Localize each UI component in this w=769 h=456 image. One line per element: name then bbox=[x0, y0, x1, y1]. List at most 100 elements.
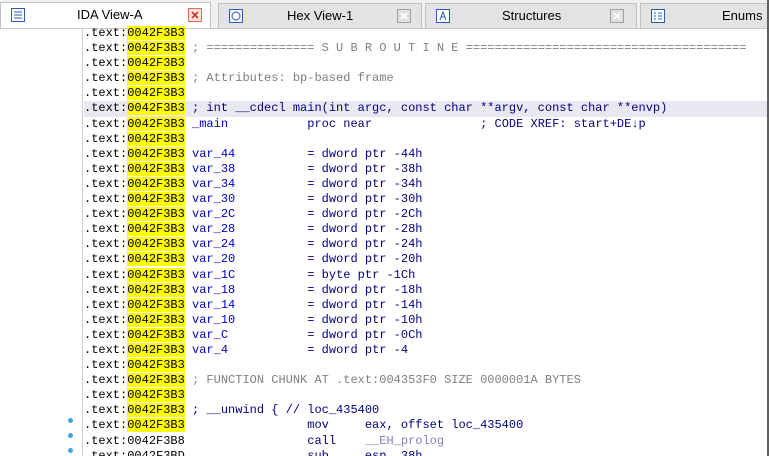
address[interactable]: 0042F3B3 bbox=[127, 131, 185, 146]
instruction-text: = dword ptr -18h bbox=[235, 282, 423, 297]
listing-line[interactable]: .text:0042F3B8 call __EH_prolog bbox=[84, 434, 769, 449]
symbol-name[interactable]: var_C bbox=[185, 328, 228, 342]
listing-line[interactable]: .text:0042F3B3 var_24 = dword ptr -24h bbox=[84, 237, 769, 252]
tab-structures[interactable]: Structures bbox=[425, 3, 637, 28]
symbol-name[interactable]: var_34 bbox=[185, 177, 235, 191]
address[interactable]: 0042F3B3 bbox=[127, 56, 185, 71]
disassembly-listing[interactable]: .text:0042F3B3 .text:0042F3B3 ; =========… bbox=[84, 26, 769, 456]
symbol-name[interactable]: var_2C bbox=[185, 207, 235, 221]
listing-line[interactable]: .text:0042F3B3 var_10 = dword ptr -10h bbox=[84, 312, 769, 328]
listing-line[interactable]: .text:0042F3B3 ; =============== S U B R… bbox=[84, 41, 769, 56]
address[interactable]: 0042F3BD bbox=[127, 449, 185, 456]
address[interactable]: 0042F3B3 bbox=[127, 312, 185, 327]
listing-line[interactable]: .text:0042F3B3 ; FUNCTION CHUNK AT .text… bbox=[84, 373, 769, 388]
address[interactable]: 0042F3B3 bbox=[127, 207, 185, 222]
instruction-text: = dword ptr -20h bbox=[235, 252, 423, 267]
segment-prefix: .text: bbox=[84, 297, 128, 312]
address[interactable]: 0042F3B3 bbox=[127, 222, 185, 237]
close-icon[interactable] bbox=[188, 8, 202, 22]
symbol-name[interactable]: var_1C bbox=[185, 268, 235, 282]
address[interactable]: 0042F3B3 bbox=[127, 373, 185, 388]
listing-line[interactable]: .text:0042F3B3 var_1C = byte ptr -1Ch bbox=[84, 267, 769, 283]
listing-line[interactable]: .text:0042F3B3 _main proc near ; CODE XR… bbox=[84, 116, 769, 132]
listing-line[interactable]: .text:0042F3B3 var_28 = dword ptr -28h bbox=[84, 222, 769, 237]
segment-prefix: .text: bbox=[84, 116, 128, 131]
listing-line[interactable]: .text:0042F3BD sub esp, 38h bbox=[84, 449, 769, 456]
tab-hex-view-1[interactable]: Hex View-1 bbox=[218, 3, 422, 28]
address[interactable]: 0042F3B3 bbox=[127, 101, 185, 116]
address[interactable]: 0042F3B8 bbox=[127, 434, 185, 448]
symbol-name[interactable]: var_28 bbox=[185, 222, 235, 236]
address[interactable]: 0042F3B3 bbox=[127, 358, 185, 373]
address[interactable]: 0042F3B3 bbox=[127, 26, 185, 40]
instruction-text: = dword ptr -2Ch bbox=[235, 207, 423, 222]
segment-prefix: .text: bbox=[84, 448, 128, 456]
listing-line[interactable]: .text:0042F3B3 bbox=[84, 131, 769, 147]
listing-line[interactable]: .text:0042F3B3 bbox=[84, 26, 769, 41]
address[interactable]: 0042F3B3 bbox=[127, 71, 185, 86]
listing-line[interactable]: .text:0042F3B3 bbox=[84, 56, 769, 71]
segment-prefix: .text: bbox=[84, 282, 128, 297]
listing-line[interactable]: .text:0042F3B3 bbox=[84, 358, 769, 373]
address[interactable]: 0042F3B3 bbox=[127, 252, 185, 267]
breakpoint-dot[interactable] bbox=[68, 433, 73, 438]
close-icon[interactable] bbox=[397, 9, 411, 23]
address[interactable]: 0042F3B3 bbox=[127, 161, 185, 176]
breakpoint-dot[interactable] bbox=[68, 448, 73, 453]
address[interactable]: 0042F3B3 bbox=[127, 192, 185, 207]
address[interactable]: 0042F3B3 bbox=[127, 342, 185, 357]
symbol-name[interactable]: var_18 bbox=[185, 283, 235, 297]
listing-line[interactable]: .text:0042F3B3 var_18 = dword ptr -18h bbox=[84, 282, 769, 298]
symbol-name[interactable]: var_38 bbox=[185, 162, 235, 176]
listing-line[interactable]: .text:0042F3B3 ; __unwind { // loc_43540… bbox=[84, 403, 769, 418]
listing-line[interactable]: .text:0042F3B3 bbox=[84, 388, 769, 403]
instruction-text: __EH_prolog bbox=[364, 433, 445, 448]
address[interactable]: 0042F3B3 bbox=[127, 388, 185, 403]
address[interactable]: 0042F3B3 bbox=[127, 418, 185, 433]
symbol-name[interactable]: var_20 bbox=[185, 252, 235, 266]
symbol-name[interactable]: _main bbox=[185, 117, 228, 131]
address[interactable]: 0042F3B3 bbox=[127, 86, 185, 101]
listing-line[interactable]: .text:0042F3B3 var_38 = dword ptr -38h bbox=[84, 161, 769, 177]
address[interactable]: 0042F3B3 bbox=[127, 297, 185, 312]
listing-line[interactable]: .text:0042F3B3 var_2C = dword ptr -2Ch bbox=[84, 207, 769, 222]
listing-line[interactable]: .text:0042F3B3 ; Attributes: bp-based fr… bbox=[84, 71, 769, 86]
segment-prefix: .text: bbox=[84, 101, 128, 116]
segment-prefix: .text: bbox=[84, 327, 128, 342]
segment-prefix: .text: bbox=[84, 207, 128, 222]
address[interactable]: 0042F3B3 bbox=[127, 327, 185, 342]
tab-ida-view-a[interactable]: IDA View-A bbox=[0, 2, 211, 28]
symbol-name[interactable]: var_4 bbox=[185, 343, 228, 357]
listing-line[interactable]: .text:0042F3B3 var_30 = dword ptr -30h bbox=[84, 192, 769, 207]
address[interactable]: 0042F3B3 bbox=[127, 403, 185, 418]
address[interactable]: 0042F3B3 bbox=[127, 237, 185, 252]
instruction-text: = dword ptr -10h bbox=[235, 312, 423, 327]
listing-line[interactable]: .text:0042F3B3 var_34 = dword ptr -34h bbox=[84, 176, 769, 192]
listing-line[interactable]: .text:0042F3B3 var_20 = dword ptr -20h bbox=[84, 252, 769, 267]
symbol-name[interactable]: var_44 bbox=[185, 147, 235, 161]
address[interactable]: 0042F3B3 bbox=[127, 282, 185, 297]
tab-enums[interactable]: Enums bbox=[640, 3, 769, 28]
symbol-name[interactable]: var_24 bbox=[185, 237, 235, 251]
listing-line[interactable]: .text:0042F3B3 var_4 = dword ptr -4 bbox=[84, 342, 769, 358]
listing-line[interactable]: .text:0042F3B3 var_C = dword ptr -0Ch bbox=[84, 327, 769, 343]
structures-icon bbox=[435, 8, 451, 24]
symbol-name[interactable]: var_14 bbox=[185, 298, 235, 312]
address[interactable]: 0042F3B3 bbox=[127, 176, 185, 191]
symbol-name[interactable]: var_30 bbox=[185, 192, 235, 206]
listing-line[interactable]: .text:0042F3B3 bbox=[84, 86, 769, 101]
address[interactable]: 0042F3B3 bbox=[127, 146, 185, 161]
instruction-text: = dword ptr -4 bbox=[228, 342, 409, 357]
address[interactable]: 0042F3B3 bbox=[127, 116, 185, 131]
listing-line[interactable]: .text:0042F3B3 ; int __cdecl main(int ar… bbox=[84, 101, 769, 117]
address[interactable]: 0042F3B3 bbox=[127, 41, 185, 56]
address[interactable]: 0042F3B3 bbox=[127, 267, 185, 282]
listing-line[interactable]: .text:0042F3B3 mov eax, offset loc_43540… bbox=[84, 418, 769, 433]
listing-line[interactable]: .text:0042F3B3 var_44 = dword ptr -44h bbox=[84, 146, 769, 162]
symbol-name[interactable]: var_10 bbox=[185, 313, 235, 327]
breakpoint-dot[interactable] bbox=[68, 418, 73, 423]
tab-label: Structures bbox=[502, 8, 562, 23]
listing-line[interactable]: .text:0042F3B3 var_14 = dword ptr -14h bbox=[84, 297, 769, 313]
close-icon[interactable] bbox=[610, 9, 624, 23]
instruction-text: ; __unwind { // loc_435400 bbox=[184, 403, 380, 418]
